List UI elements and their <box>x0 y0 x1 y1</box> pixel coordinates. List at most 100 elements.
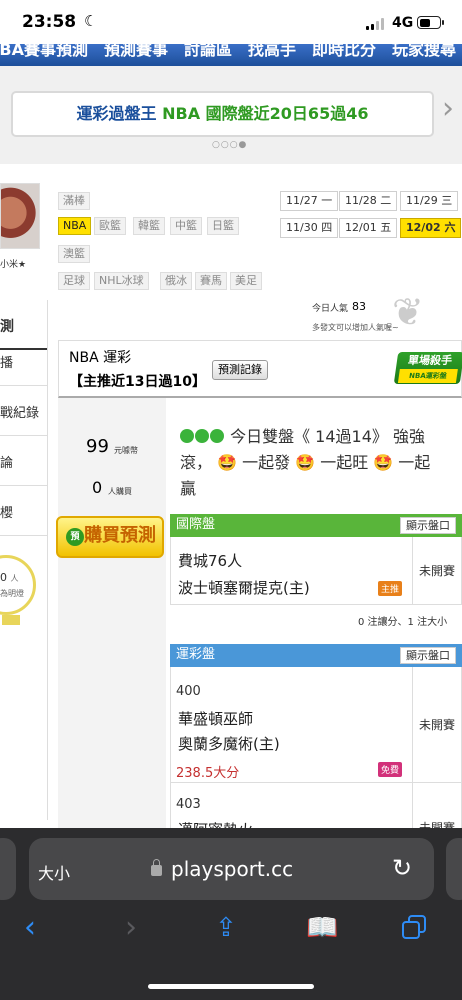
lottery-market-title: 運彩盤 <box>176 647 216 662</box>
message-line: 今日雙盤《 14過14》 強強 <box>230 427 425 446</box>
battery-icon <box>417 16 444 29</box>
away-team: 費城76人 <box>178 552 243 570</box>
league-tab-active[interactable]: NBA <box>58 217 92 235</box>
tabs-icon[interactable] <box>402 915 426 939</box>
popularity-hint: 多發文可以增加人氣喔~ <box>312 323 399 332</box>
promo-record: NBA 國際盤近20日65過46 <box>162 104 369 123</box>
promo-title: 運彩過盤王 <box>76 104 157 123</box>
next-tab-stub[interactable] <box>446 838 462 900</box>
buy-button-label: 購買預測 <box>84 525 156 546</box>
price-unit: 元噱幣 <box>114 446 138 455</box>
league-tab[interactable]: 歐籃 <box>94 217 126 235</box>
lock-icon <box>151 859 162 876</box>
buyers-unit: 人購買 <box>108 487 132 496</box>
league-tab[interactable]: 俄冰 <box>160 272 192 290</box>
lamp-hint: 為明燈 <box>0 589 24 598</box>
signal-icon <box>366 18 386 30</box>
date-tab[interactable]: 11/28 二 <box>339 191 398 211</box>
date-tab[interactable]: 11/29 三 <box>400 191 459 211</box>
league-tab[interactable]: 滿棒 <box>58 192 90 210</box>
league-tab[interactable]: 中籃 <box>170 217 202 235</box>
left-menu-item[interactable]: 戰紀錄 <box>0 386 47 436</box>
coin-icon: 預 <box>66 528 84 546</box>
buy-prediction-button[interactable]: 預購買預測 <box>56 516 164 558</box>
predictor-title: NBA 運彩 <box>69 350 132 366</box>
left-menu-item[interactable]: 櫻 <box>0 486 47 536</box>
lamp-unit: 人 <box>10 574 19 583</box>
popularity-label: 今日人氣 <box>312 304 349 314</box>
nav-item[interactable]: NBA賽事預測 <box>0 44 88 59</box>
green-dot-icon <box>180 429 194 443</box>
total-pick: 238.5大分 <box>176 766 240 781</box>
bookmarks-icon[interactable]: 📖 <box>306 910 338 946</box>
left-menu-item[interactable]: 播 <box>0 336 47 386</box>
prediction-message: 今日雙盤《 14過14》 強強 滾， 🤩 一起發 🤩 一起旺 🤩 一起 贏 <box>180 424 452 502</box>
price-panel <box>58 398 166 828</box>
message-line: 滾， 🤩 一起發 🤩 一起旺 🤩 一起 <box>180 453 431 472</box>
popularity-value: 83 <box>352 300 366 313</box>
predictor-stat: 【主推近13日過10】 <box>69 374 206 390</box>
url-text[interactable]: playsport.cc <box>171 857 293 881</box>
left-menu-item[interactable]: 論 <box>0 436 47 486</box>
nav-item[interactable]: 預測賽事 <box>104 44 168 59</box>
show-odds-button[interactable]: 顯示盤口 <box>400 647 456 664</box>
league-tab[interactable]: 澳籃 <box>58 245 90 263</box>
league-tab[interactable]: 日籃 <box>207 217 239 235</box>
text-size-label: 大小 <box>38 864 71 883</box>
lightbulb-icon[interactable]: 0 人為明燈 <box>0 555 38 625</box>
league-tab[interactable]: 韓籃 <box>133 217 165 235</box>
price-value: 99 <box>86 436 109 457</box>
moon-icon: ☾ <box>84 12 98 30</box>
league-tab[interactable]: 賽馬 <box>195 272 227 290</box>
date-tab[interactable]: 11/30 四 <box>280 218 339 238</box>
league-tab[interactable]: 足球 <box>58 272 90 290</box>
share-icon[interactable]: ⇪ <box>215 910 237 946</box>
user-name: 小米★ <box>0 260 27 270</box>
badge-sub: NBA運彩盤 <box>397 369 458 383</box>
site-nav: NBA賽事預測預測賽事討論區找高手即時比分玩家搜尋數據 <box>0 44 462 66</box>
game-status: 未開賽 <box>412 667 462 783</box>
featured-badge: 主推 <box>378 581 403 596</box>
away-team: 華盛頓巫師 <box>178 710 254 728</box>
nav-item[interactable]: 討論區 <box>184 44 232 59</box>
bets-summary: 0 注讓分、1 注大小 <box>358 617 448 628</box>
home-team: 波士頓塞爾提克(主) <box>178 579 310 597</box>
text-size-button[interactable]: 大小 <box>38 860 70 884</box>
prev-tab-stub[interactable] <box>0 838 16 900</box>
butterfly-icon: ❦ <box>392 290 424 334</box>
promo-banner[interactable]: 運彩過盤王 NBA 國際盤近20日65過46 <box>11 91 434 137</box>
game-number: 400 <box>176 684 201 699</box>
lamp-count: 0 <box>0 571 7 584</box>
league-tab[interactable]: NHL冰球 <box>94 272 149 290</box>
game-status: 未開賽 <box>412 537 462 605</box>
nav-item[interactable]: 找高手 <box>248 44 296 59</box>
date-tab[interactable]: 12/01 五 <box>339 218 398 238</box>
home-team: 奧蘭多魔術(主) <box>178 735 280 753</box>
date-tab-active[interactable]: 12/02 六 <box>400 218 462 238</box>
carousel-dots: ○○○● <box>212 140 248 150</box>
killer-badge: 單場殺手 NBA運彩盤 <box>393 352 462 384</box>
back-icon[interactable]: ‹ <box>24 910 36 946</box>
reload-icon[interactable]: ↻ <box>392 854 412 882</box>
green-dot-icon <box>210 429 224 443</box>
league-tab[interactable]: 美足 <box>230 272 262 290</box>
history-button[interactable]: 預測記錄 <box>212 360 268 380</box>
network-label: 4G <box>392 15 414 31</box>
date-tab[interactable]: 11/27 一 <box>280 191 339 211</box>
forward-icon[interactable]: › <box>125 910 137 946</box>
nav-item[interactable]: 玩家搜尋 <box>392 44 456 59</box>
avatar[interactable] <box>0 183 40 249</box>
green-dot-icon <box>195 429 209 443</box>
nav-item[interactable]: 即時比分 <box>312 44 376 59</box>
game-number: 403 <box>176 797 201 812</box>
badge-main: 單場殺手 <box>407 354 453 367</box>
chevron-right-icon[interactable]: › <box>442 94 454 124</box>
home-indicator <box>148 984 314 989</box>
buyers-value: 0 <box>92 478 103 497</box>
free-badge: 免費 <box>378 762 403 777</box>
clock: 23:58 <box>22 12 77 32</box>
intl-market-title: 國際盤 <box>176 517 216 532</box>
intl-market-header: 國際盤 顯示盤口 <box>170 514 462 537</box>
lottery-market-header: 運彩盤 顯示盤口 <box>170 644 462 667</box>
show-odds-button[interactable]: 顯示盤口 <box>400 517 456 534</box>
